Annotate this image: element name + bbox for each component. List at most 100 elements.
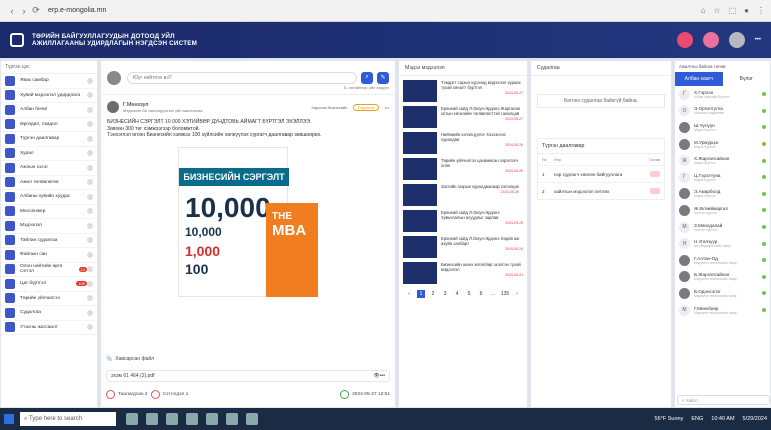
windows-start-icon[interactable] bbox=[4, 414, 14, 424]
address-bar[interactable]: erp.e-mongolia.mn bbox=[48, 7, 701, 14]
composer-input[interactable] bbox=[127, 71, 357, 84]
sidebar-item[interactable]: Утасны жагсаалт bbox=[1, 321, 97, 335]
user-avatar[interactable] bbox=[728, 32, 745, 48]
news-item[interactable]: Ерөнхий сайд Л.Оюун-Эрдэнэ Хөдөө аж ахуй… bbox=[399, 232, 527, 258]
news-item[interactable]: Бизнесийн шинэ хөтөлбөр эхэлсэн тухай мэ… bbox=[399, 258, 527, 284]
sidebar-item[interactable]: Ажил төлөвлөгөө bbox=[1, 176, 97, 190]
news-item[interactable]: Тэмдэгт сарын хүрээнд мэдээлэл хураах ту… bbox=[399, 76, 527, 102]
person-row[interactable]: Ж Х.Жаргалсайхан Мэдээ бүртгэл bbox=[675, 152, 770, 169]
person-row[interactable]: Н Н.Угалзуур Аж үйлдвэрлэлийн газар bbox=[675, 235, 770, 252]
tab-staff[interactable]: Албан хаагч bbox=[675, 72, 723, 86]
person-row[interactable]: Г.Алтан-Од Мэдээлэл технологийн газар bbox=[675, 252, 770, 269]
person-row[interactable]: М.Урмурцэг Мэдээ бүртгэл bbox=[675, 136, 770, 153]
edit-icon[interactable]: ✎ bbox=[377, 71, 389, 84]
news-item[interactable]: Ерөнхий сайд Л.Оюун-Эрдэнэ Хувьчлалын ас… bbox=[399, 206, 527, 232]
pager-page[interactable]: 4 bbox=[453, 290, 461, 298]
date-text[interactable]: 5/29/2024 bbox=[743, 416, 767, 422]
sidebar-item[interactable]: Олон нийтийн өргө сэтгэл 12 bbox=[1, 263, 97, 277]
extensions-icon[interactable]: ⬚ bbox=[729, 6, 737, 15]
chrome-icon[interactable] bbox=[186, 413, 198, 425]
pager-page[interactable]: 2 bbox=[429, 290, 437, 298]
sidebar-item[interactable]: Албан бичиг bbox=[1, 103, 97, 118]
post-image[interactable]: БИЗНЕСИЙН СЭРГЭЛТ 10,000 10,000 1,000 10… bbox=[178, 146, 318, 297]
sidebar-item[interactable]: Хувий мэдээлэл удирдлага bbox=[1, 89, 97, 103]
sidebar-item[interactable]: Төрийн үйлчилгээ bbox=[1, 292, 97, 306]
pager-page[interactable]: 1 bbox=[417, 290, 425, 298]
more-icon[interactable]: ••• bbox=[755, 37, 761, 43]
notifications-icon[interactable] bbox=[676, 32, 693, 48]
pager-next[interactable]: › bbox=[513, 290, 521, 298]
people-search[interactable]: ⌕ Хайлт bbox=[677, 395, 770, 405]
person-row[interactable]: Б.Жаргалсайхан Мэдээлэл технологийн газа… bbox=[675, 269, 770, 286]
edge-icon[interactable] bbox=[166, 413, 178, 425]
sidebar-item[interactable]: Тайлан судалгаа bbox=[1, 234, 97, 248]
explorer-icon[interactable] bbox=[146, 413, 158, 425]
star-icon[interactable]: ☆ bbox=[713, 6, 720, 15]
save-action[interactable]: Харьсан бизнесийн bbox=[311, 105, 347, 110]
sidebar-item[interactable]: Файлын сан bbox=[1, 248, 97, 263]
heart-icon[interactable] bbox=[106, 390, 115, 399]
sidebar-item[interactable]: Мессенжер bbox=[1, 205, 97, 219]
person-row[interactable]: Г Х.Гэрлэн Албан хаагчийн бүртгэл bbox=[675, 86, 770, 103]
sidebar-item[interactable]: Түргэн даалгавар bbox=[1, 132, 97, 147]
time-text[interactable]: 10:40 AM bbox=[711, 416, 734, 422]
reload-icon[interactable]: ⟳ bbox=[30, 5, 42, 17]
weather-text[interactable]: 56°F Sunny bbox=[655, 416, 684, 422]
person-row[interactable]: Ш.Чүлүүн Мэдээ бүртгэл bbox=[675, 119, 770, 136]
news-item[interactable]: Засгийн газрын хуралдаанаар хэлэлцэв 202… bbox=[399, 180, 527, 206]
pager-page[interactable]: 5 bbox=[465, 290, 473, 298]
profile-icon[interactable]: ● bbox=[744, 6, 749, 15]
pager-page[interactable]: 6 bbox=[477, 290, 485, 298]
news-item[interactable]: Ерөнхий сайд Л.Оюун-Эрдэнэ Жаргалан хоты… bbox=[399, 102, 527, 128]
file-more-icon[interactable]: ••• bbox=[380, 373, 385, 379]
person-subtitle: Мэдээлэл технологийн газар bbox=[694, 293, 737, 298]
sidebar-item[interactable]: Хурал bbox=[1, 147, 97, 161]
task-view-icon[interactable] bbox=[126, 413, 138, 425]
sidebar-item[interactable]: Ажлын хэсэг bbox=[1, 161, 97, 176]
person-row[interactable]: Б.Одонсэлэг Мэдээлэл технологийн газар bbox=[675, 285, 770, 302]
messages-icon[interactable] bbox=[702, 32, 719, 48]
person-row[interactable]: Г Ц.Гэрэлтуяа Мэдээ бүртгэл bbox=[675, 169, 770, 186]
person-row[interactable]: Э.Амарболд Мэдээ бүртгэл bbox=[675, 186, 770, 203]
news-item[interactable]: Төрийн үйлчилгээ цахимжсан хэрэглэгч оло… bbox=[399, 154, 527, 180]
search-icon[interactable]: ⌕ bbox=[361, 71, 373, 84]
person-row[interactable]: М Г.Мөнхбаяр Мэдээлэл технологийн газар bbox=[675, 302, 770, 319]
sidebar-item[interactable]: Албаны хувийн хуудас bbox=[1, 190, 97, 205]
sidebar-item[interactable]: Судалгаа bbox=[1, 306, 97, 321]
sidebar-item[interactable]: Мэдээлэл bbox=[1, 219, 97, 234]
more-action[interactable]: ••• bbox=[385, 105, 389, 110]
person-row[interactable]: М З.Мөнхдалай Нэгтгэл хүргэлт bbox=[675, 219, 770, 236]
file-row[interactable]: эхэм 61 464 (2).pdf 👁 ••• bbox=[106, 370, 390, 382]
menu-icon[interactable]: ⋮ bbox=[757, 6, 765, 15]
task-row[interactable]: 2 хайлтын мэдээлэл хөтлөх bbox=[538, 182, 664, 199]
lang-text[interactable]: ENG bbox=[691, 416, 703, 422]
person-text: Х.Гэрлэн Албан хаагчийн бүртгэл bbox=[694, 90, 762, 99]
pager-page[interactable]: 135 bbox=[501, 290, 509, 298]
sidebar-item[interactable]: Явах самбар bbox=[1, 74, 97, 89]
author-avatar[interactable] bbox=[107, 101, 119, 113]
pager-page[interactable]: … bbox=[489, 290, 497, 298]
col-name: Нэр bbox=[554, 157, 562, 162]
comment-icon[interactable] bbox=[150, 390, 160, 399]
online-dot-icon bbox=[762, 125, 766, 130]
pager-prev[interactable]: ‹ bbox=[405, 290, 413, 298]
forward-icon[interactable]: › bbox=[18, 5, 30, 17]
back-icon[interactable]: ‹ bbox=[6, 5, 18, 17]
translate-icon[interactable]: ⌂ bbox=[701, 6, 706, 15]
person-row[interactable]: О Э.Оргилтулга Шилжилт хөдөлгөөн bbox=[675, 103, 770, 120]
file-name[interactable]: эхэм 61 464 (2).pdf bbox=[111, 373, 373, 379]
online-dot-icon bbox=[762, 158, 766, 163]
app-logo-icon[interactable] bbox=[10, 33, 24, 47]
sidebar-item[interactable]: Өргөдөл, гомдол bbox=[1, 118, 97, 132]
person-row[interactable]: Ж.Өлзийжаргал Нэгтгэл хүргэлт bbox=[675, 202, 770, 219]
word-icon[interactable] bbox=[206, 413, 218, 425]
news-item[interactable]: Нийгмийн хэлэлцүүлэг Хэзээнээс хуралдав … bbox=[399, 128, 527, 154]
task-row[interactable]: 1 нэр судлагч хөөсөн байгууллага bbox=[538, 165, 664, 182]
tab-group[interactable]: Бүлэг bbox=[723, 72, 771, 86]
reply-action[interactable]: Үлдээсэн bbox=[353, 103, 379, 111]
pager-page[interactable]: 3 bbox=[441, 290, 449, 298]
sidebar-item[interactable]: Цаг бүртгэл 100 bbox=[1, 277, 97, 292]
taskbar-search[interactable]: ⌕ Type here to search bbox=[20, 412, 116, 426]
teams-icon[interactable] bbox=[246, 413, 258, 425]
excel-icon[interactable] bbox=[226, 413, 238, 425]
